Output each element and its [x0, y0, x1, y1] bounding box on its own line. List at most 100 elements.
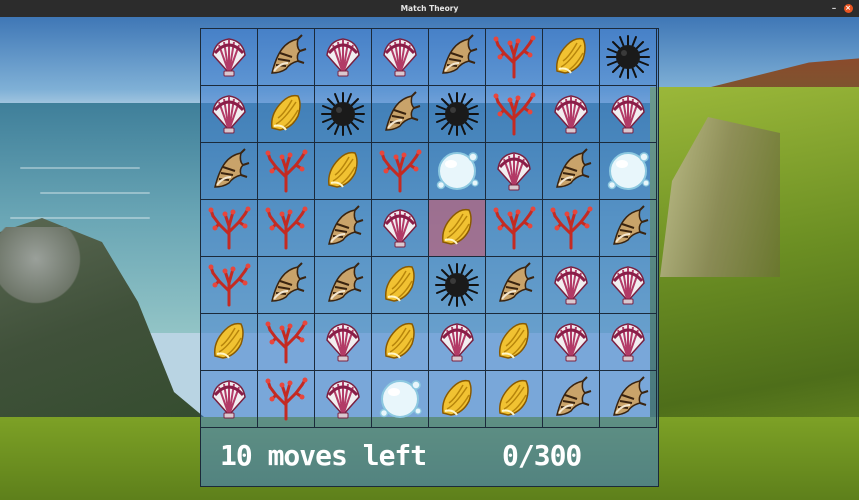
conch-icon: [433, 33, 481, 81]
tile-snail[interactable]: [429, 371, 486, 428]
tile-snail[interactable]: [543, 29, 600, 86]
tile-snail[interactable]: [486, 371, 543, 428]
tile-coral[interactable]: [486, 86, 543, 143]
scallop-icon: [376, 33, 424, 81]
snail-icon: [490, 318, 538, 366]
scallop-icon: [604, 261, 652, 309]
tile-urchin[interactable]: [429, 257, 486, 314]
tile-conch[interactable]: [429, 29, 486, 86]
close-button[interactable]: ×: [841, 0, 855, 17]
coral-icon: [262, 318, 310, 366]
minimize-button[interactable]: –: [828, 0, 840, 17]
snail-icon: [376, 261, 424, 309]
snail-icon: [205, 318, 253, 366]
coral-icon: [376, 147, 424, 195]
tile-urchin[interactable]: [429, 86, 486, 143]
tile-snail[interactable]: [372, 314, 429, 371]
snail-icon: [547, 33, 595, 81]
conch-icon: [319, 261, 367, 309]
tile-coral[interactable]: [486, 200, 543, 257]
close-icon: ×: [843, 4, 853, 13]
tile-conch[interactable]: [372, 86, 429, 143]
bubble-icon: [604, 147, 652, 195]
scallop-icon: [547, 90, 595, 138]
tile-conch[interactable]: [258, 257, 315, 314]
scallop-icon: [319, 318, 367, 366]
conch-icon: [547, 147, 595, 195]
tile-scallop[interactable]: [201, 29, 258, 86]
scallop-icon: [433, 318, 481, 366]
scallop-icon: [376, 204, 424, 252]
tile-coral[interactable]: [201, 200, 258, 257]
urchin-icon: [433, 90, 481, 138]
sea-wave: [20, 167, 140, 169]
tile-conch[interactable]: [543, 143, 600, 200]
tile-scallop[interactable]: [372, 200, 429, 257]
bubble-icon: [433, 147, 481, 195]
window-titlebar: Match Theory – ×: [0, 0, 859, 17]
scallop-icon: [319, 375, 367, 423]
tile-snail[interactable]: [201, 314, 258, 371]
window-title: Match Theory: [400, 4, 459, 13]
sea-wave: [10, 217, 150, 219]
sea-wave: [40, 192, 150, 194]
tile-conch[interactable]: [258, 29, 315, 86]
conch-icon: [205, 147, 253, 195]
tile-bubble[interactable]: [600, 143, 657, 200]
tile-conch[interactable]: [600, 200, 657, 257]
urchin-icon: [319, 90, 367, 138]
minimize-icon: –: [831, 3, 837, 14]
tile-grid: [201, 29, 657, 428]
tile-snail[interactable]: [486, 314, 543, 371]
tile-coral[interactable]: [372, 143, 429, 200]
scallop-icon: [205, 375, 253, 423]
coral-icon: [262, 375, 310, 423]
tile-coral[interactable]: [258, 200, 315, 257]
tile-snail[interactable]: [315, 143, 372, 200]
tile-scallop[interactable]: [486, 143, 543, 200]
bubble-icon: [376, 375, 424, 423]
tile-scallop[interactable]: [600, 257, 657, 314]
coral-icon: [205, 261, 253, 309]
tile-scallop[interactable]: [543, 257, 600, 314]
snail-icon: [490, 375, 538, 423]
tile-scallop[interactable]: [201, 86, 258, 143]
tile-scallop[interactable]: [543, 314, 600, 371]
tile-scallop[interactable]: [543, 86, 600, 143]
tile-coral[interactable]: [486, 29, 543, 86]
tile-conch[interactable]: [315, 200, 372, 257]
tile-urchin[interactable]: [315, 86, 372, 143]
tile-scallop[interactable]: [372, 29, 429, 86]
tile-coral[interactable]: [258, 314, 315, 371]
coral-icon: [547, 204, 595, 252]
tile-conch[interactable]: [486, 257, 543, 314]
tile-conch[interactable]: [543, 371, 600, 428]
tile-coral[interactable]: [201, 257, 258, 314]
tile-coral[interactable]: [543, 200, 600, 257]
tile-urchin[interactable]: [600, 29, 657, 86]
conch-icon: [604, 204, 652, 252]
tile-coral[interactable]: [258, 371, 315, 428]
tile-bubble[interactable]: [429, 143, 486, 200]
tile-conch[interactable]: [600, 371, 657, 428]
scallop-icon: [205, 33, 253, 81]
tile-scallop[interactable]: [429, 314, 486, 371]
snail-icon: [319, 147, 367, 195]
tile-coral[interactable]: [258, 143, 315, 200]
conch-icon: [262, 261, 310, 309]
tile-snail[interactable]: [429, 200, 486, 257]
tile-scallop[interactable]: [315, 371, 372, 428]
coral-icon: [490, 90, 538, 138]
tile-scallop[interactable]: [600, 314, 657, 371]
tile-conch[interactable]: [315, 257, 372, 314]
tile-scallop[interactable]: [315, 314, 372, 371]
tile-snail[interactable]: [372, 257, 429, 314]
scallop-icon: [319, 33, 367, 81]
tile-snail[interactable]: [258, 86, 315, 143]
tile-scallop[interactable]: [600, 86, 657, 143]
scallop-icon: [604, 318, 652, 366]
tile-conch[interactable]: [201, 143, 258, 200]
tile-bubble[interactable]: [372, 371, 429, 428]
tile-scallop[interactable]: [201, 371, 258, 428]
tile-scallop[interactable]: [315, 29, 372, 86]
